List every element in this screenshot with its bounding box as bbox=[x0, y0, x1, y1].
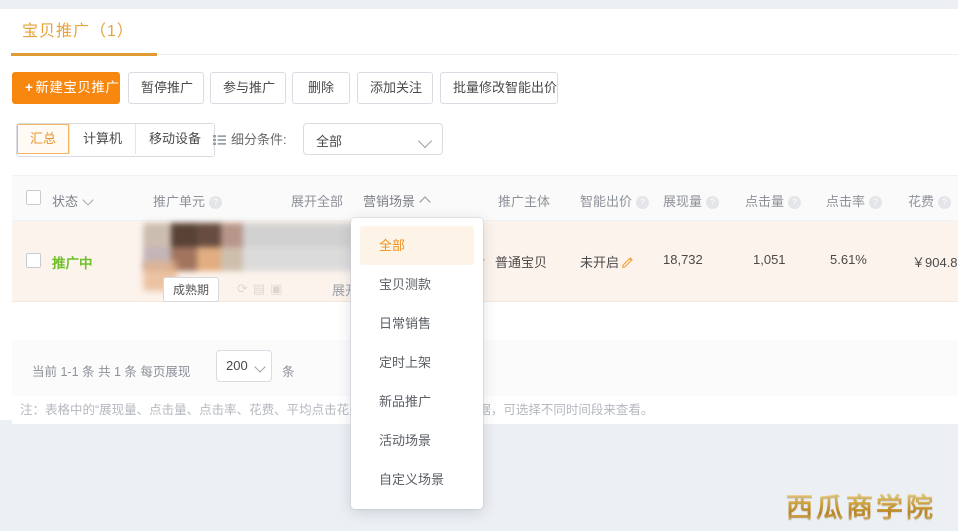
help-icon[interactable]: ? bbox=[636, 196, 650, 209]
select-all-checkbox[interactable] bbox=[26, 190, 41, 205]
header-clicks: 点击量? bbox=[745, 191, 802, 210]
row-cost: ￥904.85 bbox=[912, 255, 958, 270]
footer-note-text: 注：表格中的“展现量、点击量、点击率、花费、平均点击花费”为所选时间段内的数据，… bbox=[20, 403, 654, 417]
scene-option-dingshi-shangjia[interactable]: 定时上架 bbox=[351, 343, 483, 382]
edit-pencil-icon[interactable] bbox=[622, 256, 634, 268]
help-icon[interactable]: ? bbox=[209, 196, 223, 209]
chevron-down-icon bbox=[417, 133, 433, 149]
join-promotion-button[interactable]: 参与推广 bbox=[210, 72, 286, 104]
create-promotion-label: 新建宝贝推广 bbox=[35, 80, 120, 95]
tab-bar: 宝贝推广（1） bbox=[0, 9, 958, 56]
subcondition-label-group: 细分条件: bbox=[213, 129, 287, 148]
subcondition-select-value: 全部 bbox=[316, 134, 343, 149]
plus-icon: + bbox=[25, 80, 34, 95]
header-scene[interactable]: 营销场景 bbox=[363, 191, 431, 210]
row-checkbox[interactable] bbox=[26, 253, 41, 268]
filter-row: 汇总 计算机 移动设备 细分条件: 全部 bbox=[0, 123, 958, 157]
scene-option-all[interactable]: 全部 bbox=[360, 226, 474, 265]
chevron-down-icon bbox=[82, 194, 94, 206]
header-ctr: 点击率? bbox=[826, 191, 883, 210]
row-status: 推广中 bbox=[52, 256, 93, 271]
row-subject: 普通宝贝 bbox=[474, 252, 547, 271]
page-size-value: 200 bbox=[226, 358, 248, 373]
row-impressions: 18,732 bbox=[663, 252, 703, 267]
stage-badge: 成熟期 bbox=[163, 277, 220, 302]
header-subject: 推广主体 bbox=[498, 194, 551, 209]
page-size-select[interactable]: 200 bbox=[216, 350, 272, 382]
header-impressions: 展现量? bbox=[663, 191, 720, 210]
device-segmented-control: 汇总 计算机 移动设备 bbox=[16, 123, 216, 157]
segment-computer[interactable]: 计算机 bbox=[70, 124, 137, 154]
tab-active-underline bbox=[11, 53, 157, 56]
help-icon[interactable]: ? bbox=[869, 196, 883, 209]
subcondition-select[interactable]: 全部 bbox=[303, 123, 443, 155]
subcondition-label: 细分条件: bbox=[231, 132, 287, 147]
tab-rail bbox=[157, 54, 958, 55]
list-icon bbox=[213, 133, 226, 145]
row-ctr: 5.61% bbox=[830, 252, 867, 267]
header-cost: 花费? bbox=[908, 191, 952, 210]
segment-mobile[interactable]: 移动设备 bbox=[136, 124, 215, 154]
header-status[interactable]: 状态 bbox=[52, 191, 94, 210]
header-smart-bid: 智能出价? bbox=[580, 191, 650, 210]
chevron-up-icon bbox=[419, 196, 431, 208]
help-icon[interactable]: ? bbox=[706, 196, 720, 209]
scene-dropdown-menu: 全部 宝贝测款 日常销售 定时上架 新品推广 活动场景 自定义场景 bbox=[351, 218, 483, 509]
table-header-row: 状态 推广单元? 展开全部 营销场景 推广主体 智能出价? 展现量? 点击量? … bbox=[12, 175, 958, 221]
watermark: 西瓜商学院 bbox=[786, 486, 936, 525]
table-row: 推广中 成熟期 ⟳▤▣ 展开 普通宝贝 未开启 18,732 1,051 5.6… bbox=[12, 221, 958, 302]
pagination-bar: 当前 1-1 条 共 1 条 每页展现 200 条 bbox=[12, 340, 958, 397]
segment-summary[interactable]: 汇总 bbox=[17, 124, 71, 154]
row-action-icons[interactable]: ⟳▤▣ bbox=[237, 281, 287, 297]
row-smart-bid: 未开启 bbox=[580, 252, 634, 271]
row-clicks: 1,051 bbox=[753, 252, 786, 267]
action-toolbar: + 新建宝贝推广 暂停推广 参与推广 删除 添加关注 批量修改智能出价 bbox=[0, 72, 958, 108]
header-expand-all[interactable]: 展开全部 bbox=[291, 191, 343, 210]
scene-option-zidingyi-changjing[interactable]: 自定义场景 bbox=[351, 460, 483, 499]
tab-baobei-tuiguang[interactable]: 宝贝推广（1） bbox=[22, 17, 134, 41]
pagination-unit: 条 bbox=[282, 365, 295, 379]
help-icon[interactable]: ? bbox=[788, 196, 802, 209]
create-promotion-button[interactable]: + 新建宝贝推广 bbox=[12, 72, 120, 104]
scene-option-baobei-ceduan[interactable]: 宝贝测款 bbox=[351, 265, 483, 304]
batch-edit-smartbid-button[interactable]: 批量修改智能出价 bbox=[440, 72, 558, 104]
pause-promotion-button[interactable]: 暂停推广 bbox=[128, 72, 204, 104]
header-unit: 推广单元? bbox=[153, 191, 223, 210]
help-icon[interactable]: ? bbox=[938, 196, 952, 209]
promotions-table: 状态 推广单元? 展开全部 营销场景 推广主体 智能出价? 展现量? 点击量? … bbox=[12, 175, 958, 302]
delete-button[interactable]: 删除 bbox=[292, 72, 350, 104]
footer-note: 注：表格中的“展现量、点击量、点击率、花费、平均点击花费”为所选时间段内的数据，… bbox=[12, 396, 958, 425]
top-strip bbox=[0, 0, 958, 9]
chevron-down-icon bbox=[254, 361, 266, 373]
scene-option-richang-xiaoshou[interactable]: 日常销售 bbox=[351, 304, 483, 343]
scene-option-xinpin-tuiguang[interactable]: 新品推广 bbox=[351, 382, 483, 421]
pagination-summary: 当前 1-1 条 共 1 条 每页展现 bbox=[32, 365, 191, 379]
add-follow-button[interactable]: 添加关注 bbox=[357, 72, 433, 104]
scene-option-huodong-changjing[interactable]: 活动场景 bbox=[351, 421, 483, 460]
